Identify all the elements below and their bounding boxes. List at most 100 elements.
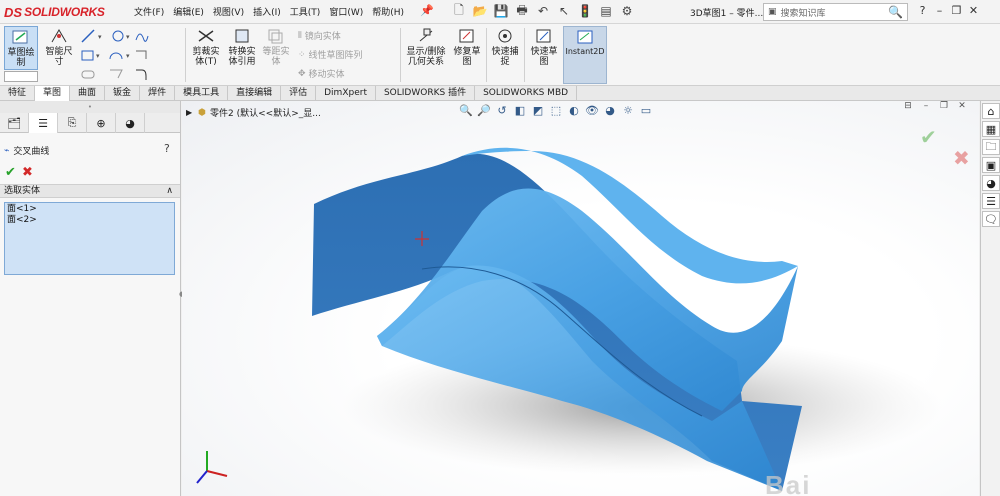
menu-window[interactable]: 窗口(W) — [329, 5, 363, 18]
list-item[interactable]: 面<1> — [7, 204, 172, 215]
restore-icon[interactable]: ❐ — [948, 4, 965, 17]
smart-dimension-button[interactable]: 智能尺 寸 — [42, 26, 76, 67]
close-icon[interactable]: ✕ — [965, 4, 982, 17]
tab-solidworks-mbd[interactable]: SOLIDWORKS MBD — [475, 86, 578, 101]
selected-entities-list[interactable]: 面<1> 面<2> — [4, 202, 175, 275]
slot-tool[interactable] — [80, 64, 150, 83]
tab-surfaces[interactable]: 曲面 — [70, 86, 106, 101]
save-icon[interactable]: 💾 — [492, 3, 510, 19]
minimize-icon[interactable]: – — [931, 4, 948, 17]
home-icon[interactable]: ⌂ — [982, 103, 1000, 119]
display-relations-button[interactable]: 显示/删除 几何关系 — [403, 26, 449, 67]
menu-file[interactable]: 文件(F) — [134, 5, 164, 18]
menu-tools[interactable]: 工具(T) — [290, 5, 321, 18]
tab-evaluate[interactable]: 评估 — [281, 86, 317, 101]
smart-dimension-icon — [48, 26, 70, 46]
tab-weldments[interactable]: 焊件 — [140, 86, 176, 101]
viewport-restore-icon[interactable]: ⊟ — [899, 101, 917, 111]
instant2d-button[interactable]: Instant2D — [563, 26, 607, 84]
open-icon[interactable]: 📂 — [471, 3, 489, 19]
convert-entities-button[interactable]: 转换实 体引用 — [225, 26, 259, 67]
confirmation-ok-icon[interactable]: ✔ — [920, 125, 937, 149]
property-manager-tab-icon[interactable]: ☰ — [29, 113, 58, 133]
forum-icon[interactable]: 🗨 — [982, 211, 1000, 227]
dynamic-annotation-icon[interactable]: ◩ — [530, 104, 546, 120]
search-icon[interactable]: 🔍 — [888, 5, 903, 19]
pin-icon[interactable]: 📌 — [420, 4, 434, 17]
confirmation-cancel-icon[interactable]: ✖ — [953, 146, 970, 170]
offset-entities-icon — [265, 26, 287, 46]
menu-view[interactable]: 视图(V) — [213, 5, 244, 18]
expand-arrow-icon[interactable]: ▶ — [186, 108, 192, 117]
new-document-icon[interactable]: 🗋 — [450, 3, 468, 19]
graphics-area[interactable]: ▶ ⬢ 零件2 (默认<<默认>_显... 🔍 🔎 ↺ ◧ ◩ ⬚ ◐ 👁 ◕ … — [182, 101, 979, 496]
tab-dimxpert[interactable]: DimXpert — [316, 86, 376, 101]
design-library-icon[interactable]: ▦ — [982, 121, 1000, 137]
line-tool[interactable]: ▾ ▾ — [80, 26, 150, 45]
separator — [400, 28, 401, 82]
rectangle-tool[interactable]: ▾ ▾ — [80, 45, 150, 64]
sketch-dropdown[interactable] — [4, 71, 38, 82]
mirror-entities[interactable]: ⫴ 镜向实体 — [298, 26, 363, 45]
select-icon[interactable]: ↖ — [555, 3, 573, 19]
ok-check-icon[interactable]: ✔ — [5, 165, 16, 180]
tab-sheet-metal[interactable]: 钣金 — [105, 86, 141, 101]
mirror-label: 镜向实体 — [304, 32, 341, 42]
undo-icon[interactable]: ↶ — [534, 3, 552, 19]
menu-help[interactable]: 帮助(H) — [372, 5, 404, 18]
list-item[interactable]: 面<2> — [7, 215, 172, 226]
viewport-close-icon[interactable]: ✕ — [953, 101, 971, 111]
rapid-sketch-button[interactable]: 快速草 图 — [527, 26, 561, 67]
apply-scene-icon[interactable]: ☼ — [620, 104, 636, 120]
view-orientation-icon[interactable]: ⬚ — [548, 104, 564, 120]
zoom-to-fit-icon[interactable]: 🔍 — [458, 104, 474, 120]
chevron-up-icon[interactable]: ∧ — [166, 185, 173, 197]
tab-direct-editing[interactable]: 直接编辑 — [228, 86, 282, 101]
move-entities[interactable]: ✥ 移动实体 — [298, 64, 363, 83]
viewport-maximize-icon[interactable]: ❐ — [935, 101, 953, 111]
cancel-x-icon[interactable]: ✖ — [22, 165, 33, 180]
display-manager-tab-icon[interactable]: ◕ — [116, 113, 145, 133]
print-icon[interactable]: 🖶 — [513, 3, 531, 19]
view-settings-icon[interactable]: ▭ — [638, 104, 654, 120]
help-icon[interactable]: ? — [914, 4, 931, 17]
section-view-icon[interactable]: ◧ — [512, 104, 528, 120]
dimxpert-manager-tab-icon[interactable]: ⊕ — [87, 113, 116, 133]
configuration-manager-tab-icon[interactable]: ⎘ — [58, 113, 87, 133]
options-gear-icon[interactable]: ⚙ — [618, 3, 636, 19]
menu-insert[interactable]: 插入(I) — [253, 5, 281, 18]
custom-properties-icon[interactable]: ☰ — [982, 193, 1000, 209]
search-knowledge-base[interactable]: ▣ 搜索知识库 🔍 — [763, 3, 908, 21]
appearances-icon[interactable]: ◕ — [982, 175, 1000, 191]
previous-view-icon[interactable]: ↺ — [494, 104, 510, 120]
edit-appearance-icon[interactable]: ◕ — [602, 104, 618, 120]
help-icon[interactable]: ? — [164, 142, 170, 155]
search-input[interactable]: 搜索知识库 — [781, 6, 889, 19]
sketch-button[interactable]: 草图绘 制 — [4, 26, 38, 70]
tab-features[interactable]: 特征 — [0, 86, 36, 101]
search-scope-icon[interactable]: ▣ — [768, 7, 777, 17]
selections-section-header[interactable]: 选取实体 ∧ — [0, 184, 180, 198]
rebuild-icon[interactable]: 🚦 — [576, 3, 594, 19]
hide-show-items-icon[interactable]: 👁 — [584, 104, 600, 120]
solidworks-logo[interactable]: DS SOLIDWORKS — [4, 4, 105, 20]
tab-solidworks-addins[interactable]: SOLIDWORKS 插件 — [376, 86, 476, 101]
display-style-icon[interactable]: ◐ — [566, 104, 582, 120]
linear-pattern[interactable]: ⁘ 线性草图阵列 — [298, 45, 363, 64]
feature-tree-flyout[interactable]: ▶ ⬢ 零件2 (默认<<默认>_显... — [186, 106, 321, 120]
file-properties-icon[interactable]: ▤ — [597, 3, 615, 19]
quick-snaps-button[interactable]: 快速捕 捉 — [489, 26, 521, 67]
repair-sketch-button[interactable]: 修复草 图 — [452, 26, 482, 67]
tab-sketch[interactable]: 草图 — [35, 86, 71, 101]
view-palette-icon[interactable]: ▣ — [982, 157, 1000, 173]
zoom-area-icon[interactable]: 🔎 — [476, 104, 492, 120]
offset-entities-button[interactable]: 等距实 体 — [260, 26, 292, 67]
convert-entities-icon — [231, 26, 253, 46]
menu-edit[interactable]: 编辑(E) — [173, 5, 204, 18]
tab-mold-tools[interactable]: 模具工具 — [175, 86, 229, 101]
file-explorer-icon[interactable]: 🗀 — [982, 139, 1000, 155]
trim-entities-button[interactable]: 剪裁实 体(T) — [188, 26, 224, 67]
panel-grip-icon[interactable]: • — [0, 101, 180, 113]
feature-manager-tab-icon[interactable]: 🗂 — [0, 113, 29, 133]
viewport-minimize-icon[interactable]: – — [917, 101, 935, 111]
